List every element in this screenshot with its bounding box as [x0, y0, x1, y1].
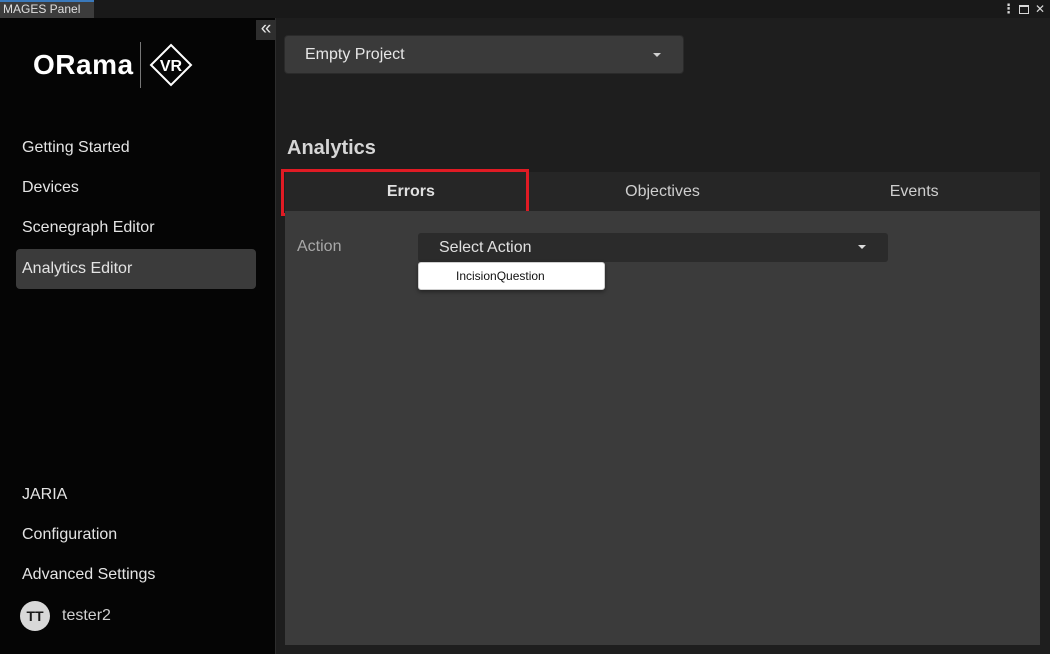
- tab-objectives[interactable]: Objectives: [537, 172, 789, 211]
- logo-text: ORama: [33, 49, 134, 80]
- avatar: TT: [20, 601, 50, 631]
- sidebar-item-analytics-editor[interactable]: Analytics Editor: [16, 249, 256, 289]
- errors-panel: Action Select Action IncisionQuestion: [285, 211, 1040, 645]
- logo-divider: [139, 42, 141, 88]
- user-profile[interactable]: TT tester2: [20, 601, 111, 631]
- tab-events[interactable]: Events: [788, 172, 1040, 211]
- orama-vr-logo: ORama VR: [33, 40, 193, 90]
- close-icon[interactable]: ✕: [1034, 1, 1046, 17]
- vr-diamond-icon: VR: [149, 43, 192, 87]
- sidebar-item-getting-started[interactable]: Getting Started: [16, 128, 256, 168]
- sidebar-item-scenegraph-editor[interactable]: Scenegraph Editor: [16, 208, 256, 248]
- username: tester2: [62, 607, 111, 624]
- mages-panel-window: MAGES Panel ⋮ ✕ « ORama VR Getting Start…: [0, 0, 1050, 654]
- caret-down-icon: [858, 245, 866, 249]
- panel-tab[interactable]: MAGES Panel: [0, 0, 94, 18]
- more-options-icon[interactable]: ⋮: [1002, 1, 1015, 17]
- action-dropdown[interactable]: Select Action: [418, 233, 888, 262]
- section-title: Analytics: [287, 137, 376, 159]
- project-dropdown-value: Empty Project: [305, 46, 405, 63]
- sidebar-item-jaria[interactable]: JARIA: [16, 475, 256, 515]
- tab-errors[interactable]: Errors: [285, 172, 537, 211]
- action-label: Action: [297, 238, 342, 255]
- caret-down-icon: [653, 53, 661, 57]
- sidebar-item-devices[interactable]: Devices: [16, 168, 256, 208]
- analytics-tabs: Errors Objectives Events: [285, 172, 1040, 211]
- window-controls: ⋮ ✕: [1002, 0, 1046, 18]
- main-content: Empty Project Analytics Errors Objective…: [277, 18, 1050, 654]
- double-chevron-left-icon[interactable]: «: [256, 19, 276, 40]
- sidebar: « ORama VR Getting Started Devices Scene…: [0, 18, 276, 654]
- action-dropdown-value: Select Action: [439, 239, 532, 256]
- project-dropdown[interactable]: Empty Project: [284, 35, 684, 74]
- logo-mark: VR: [159, 58, 182, 75]
- title-bar: MAGES Panel ⋮ ✕: [0, 0, 1050, 18]
- maximize-icon[interactable]: [1019, 4, 1029, 14]
- action-dropdown-menu: IncisionQuestion: [418, 262, 605, 290]
- dropdown-option-incision-question[interactable]: IncisionQuestion: [456, 263, 545, 289]
- sidebar-item-advanced-settings[interactable]: Advanced Settings: [16, 555, 256, 595]
- sidebar-item-configuration[interactable]: Configuration: [16, 515, 256, 555]
